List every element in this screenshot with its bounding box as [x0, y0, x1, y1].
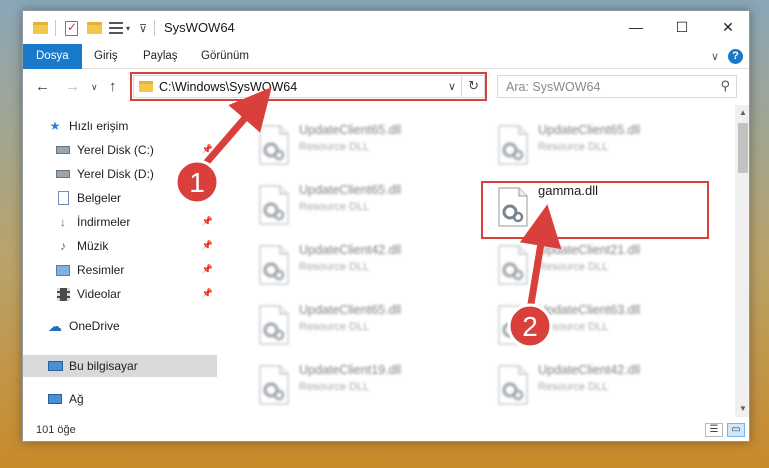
file-item[interactable]: UpdateClient65.dll Resource DLL: [245, 115, 475, 165]
file-item[interactable]: UpdateClient19.dll Resource DLL: [245, 355, 475, 405]
star-icon: ★: [49, 119, 61, 133]
network-icon: [47, 392, 63, 406]
file-item[interactable]: UpdateClient63.dll Resource DLL: [484, 295, 714, 345]
sidebar-item-downloads[interactable]: ↓ İndirmeler 📌: [23, 211, 217, 233]
chevron-down-icon[interactable]: ▾: [126, 20, 130, 36]
dll-file-icon: [496, 365, 530, 405]
maximize-button[interactable]: ☐: [659, 11, 705, 43]
sidebar-item-label: İndirmeler: [77, 215, 131, 229]
cloud-icon: ☁: [48, 317, 62, 334]
sidebar-item-label: Müzik: [77, 239, 109, 253]
address-highlight-box: [130, 72, 487, 101]
tab-paylas[interactable]: Paylaş: [143, 44, 178, 69]
search-input[interactable]: Ara: SysWOW64: [506, 80, 600, 94]
video-icon: [55, 287, 71, 301]
file-item[interactable]: UpdateClient42.dll Resource DLL: [245, 235, 475, 285]
sidebar-item-music[interactable]: ♪ Müzik 📌: [23, 235, 217, 257]
search-box[interactable]: Ara: SysWOW64 ⚲: [497, 75, 737, 98]
new-folder-icon[interactable]: [87, 20, 102, 36]
recent-locations-icon[interactable]: ∨: [91, 82, 98, 93]
dll-file-icon: [257, 365, 291, 405]
vertical-scrollbar[interactable]: ▲ ▼: [735, 105, 749, 417]
navigation-pane: ★ Hızlı erişim Yerel Disk (C:) 📌 Yerel D…: [23, 105, 219, 406]
item-count: 101 öğe: [36, 424, 76, 436]
pin-icon[interactable]: 📌: [202, 168, 213, 179]
dll-file-icon: [257, 125, 291, 165]
sidebar-item-videos[interactable]: Videolar 📌: [23, 283, 217, 305]
help-icon[interactable]: ?: [728, 49, 743, 64]
sidebar-item-documents[interactable]: Belgeler 📌: [23, 187, 217, 209]
ribbon-expand-icon[interactable]: ∨: [711, 50, 719, 63]
sidebar-item-label: OneDrive: [69, 319, 120, 333]
details-view-button[interactable]: ☰: [705, 423, 723, 437]
sidebar-item-onedrive[interactable]: ☁ OneDrive: [23, 315, 217, 337]
sidebar-item-quick-access[interactable]: ★ Hızlı erişim: [23, 115, 217, 137]
pin-icon[interactable]: 📌: [202, 240, 213, 251]
sidebar-item-pictures[interactable]: Resimler 📌: [23, 259, 217, 281]
ribbon-tabs: Dosya Giriş Paylaş Görünüm ∨ ?: [23, 44, 749, 69]
dll-file-icon: [496, 245, 530, 285]
pin-icon[interactable]: 📌: [202, 144, 213, 155]
computer-icon: [47, 359, 63, 373]
search-icon[interactable]: ⚲: [720, 78, 730, 94]
tab-giris[interactable]: Giriş: [94, 44, 118, 69]
title-separator: [154, 20, 155, 36]
explorer-window: ▾ ⊽ SysWOW64 — ☐ ✕ Dosya Giriş Paylaş Gö…: [22, 10, 750, 442]
file-list: UpdateClient65.dll Resource DLL UpdateCl…: [219, 105, 735, 407]
customize-toolbar-icon[interactable]: ⊽: [139, 20, 147, 36]
file-item[interactable]: UpdateClient65.dll Resource DLL: [245, 295, 475, 345]
sidebar-item-label: Yerel Disk (D:): [77, 167, 154, 181]
sidebar-item-network[interactable]: Ağ: [23, 388, 217, 410]
drive-icon: [55, 167, 71, 181]
sidebar-item-label: Bu bilgisayar: [69, 359, 138, 373]
dll-file-icon: [257, 245, 291, 285]
sidebar-item-label: Hızlı erişim: [69, 119, 129, 133]
file-item[interactable]: UpdateClient42.dll Resource DLL: [484, 355, 714, 405]
minimize-button[interactable]: —: [613, 11, 659, 43]
sidebar-item-label: Videolar: [77, 287, 121, 301]
folder-icon: [33, 20, 48, 36]
status-bar: 101 öğe ☰ ▭: [23, 417, 749, 441]
close-button[interactable]: ✕: [705, 11, 749, 43]
drive-icon: [55, 143, 71, 157]
pin-icon[interactable]: 📌: [202, 216, 213, 227]
title-bar: ▾ ⊽ SysWOW64 — ☐ ✕: [23, 11, 749, 44]
dll-file-icon: [496, 305, 530, 345]
tab-dosya[interactable]: Dosya: [23, 44, 82, 69]
scroll-up-icon[interactable]: ▲: [735, 105, 749, 121]
sidebar-item-disk-c[interactable]: Yerel Disk (C:) 📌: [23, 139, 217, 161]
file-item[interactable]: UpdateClient65.dll Resource DLL: [245, 175, 475, 225]
navigation-bar: ← → ∨ ↑ C:\Windows\SysWOW64 ∨ ↻ Ara: Sys…: [23, 69, 749, 105]
back-button[interactable]: ←: [35, 78, 50, 95]
file-item[interactable]: UpdateClient65.dll Resource DLL: [484, 115, 714, 165]
music-icon: ♪: [60, 239, 66, 253]
sidebar-item-label: Belgeler: [77, 191, 122, 205]
pictures-icon: [55, 263, 71, 277]
dll-file-icon: [496, 125, 530, 165]
pin-icon[interactable]: 📌: [202, 288, 213, 299]
sidebar-item-label: Ağ: [69, 392, 84, 406]
tab-gorunum[interactable]: Görünüm: [201, 44, 249, 69]
properties-icon[interactable]: [65, 20, 78, 36]
sidebar-item-this-pc[interactable]: Bu bilgisayar: [23, 355, 217, 377]
gamma-highlight-box: [481, 181, 709, 239]
dll-file-icon: [257, 185, 291, 225]
up-button[interactable]: ↑: [109, 78, 117, 95]
sidebar-item-label: Resimler: [77, 263, 125, 277]
scroll-down-icon[interactable]: ▼: [735, 401, 749, 417]
download-icon: ↓: [60, 215, 66, 229]
dll-file-icon: [257, 305, 291, 345]
large-icons-view-button[interactable]: ▭: [727, 423, 745, 437]
window-title: SysWOW64: [164, 20, 235, 35]
view-list-icon[interactable]: [109, 20, 123, 36]
scroll-thumb[interactable]: [738, 123, 748, 173]
quick-access-separator: [55, 20, 56, 36]
pin-icon[interactable]: 📌: [202, 264, 213, 275]
pin-icon[interactable]: 📌: [202, 192, 213, 203]
file-item[interactable]: UpdateClient21.dll Resource DLL: [484, 235, 714, 285]
document-icon: [55, 191, 71, 205]
sidebar-item-label: Yerel Disk (C:): [77, 143, 154, 157]
forward-button[interactable]: →: [65, 78, 80, 95]
sidebar-item-disk-d[interactable]: Yerel Disk (D:) 📌: [23, 163, 217, 185]
